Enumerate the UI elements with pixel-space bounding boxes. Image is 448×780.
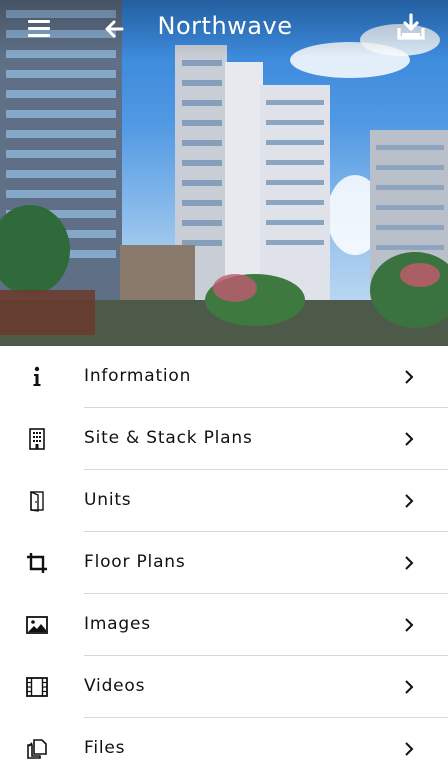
menu-item-videos[interactable]: Videos [0, 656, 448, 718]
menu-item-site-stack-plans[interactable]: Site & Stack Plans [0, 408, 448, 470]
download-icon[interactable] [394, 12, 428, 44]
page-title: Northwave [157, 12, 293, 40]
menu-item-label: Files [84, 738, 126, 758]
menu-item-label: Site & Stack Plans [84, 428, 253, 448]
hero-banner: Northwave [0, 0, 448, 346]
menu-item-label: Videos [84, 676, 146, 696]
menu-item-label: Images [84, 614, 151, 634]
menu-item-images[interactable]: Images [0, 594, 448, 656]
arrow-left-icon[interactable] [100, 14, 130, 44]
crop-icon [27, 553, 47, 573]
chevron-right-icon [405, 618, 414, 632]
menu-item-label: Information [84, 366, 192, 386]
info-icon [33, 366, 41, 386]
chevron-right-icon [405, 742, 414, 756]
building-icon [29, 428, 45, 450]
menu-item-label: Floor Plans [84, 552, 186, 572]
chevron-right-icon [405, 680, 414, 694]
files-icon [27, 739, 47, 759]
door-icon [30, 490, 44, 512]
image-icon [26, 616, 48, 634]
chevron-right-icon [405, 432, 414, 446]
hamburger-menu-icon[interactable] [24, 16, 54, 42]
menu-item-files[interactable]: Files [0, 718, 448, 780]
menu-item-floor-plans[interactable]: Floor Plans [0, 532, 448, 594]
film-icon [26, 677, 48, 697]
top-bar: Northwave [0, 0, 448, 58]
chevron-right-icon [405, 494, 414, 508]
chevron-right-icon [405, 370, 414, 384]
main-menu: Information Site & Stack Plans Units Flo… [0, 346, 448, 780]
menu-item-label: Units [84, 490, 132, 510]
menu-item-units[interactable]: Units [0, 470, 448, 532]
menu-item-information[interactable]: Information [0, 346, 448, 408]
chevron-right-icon [405, 556, 414, 570]
